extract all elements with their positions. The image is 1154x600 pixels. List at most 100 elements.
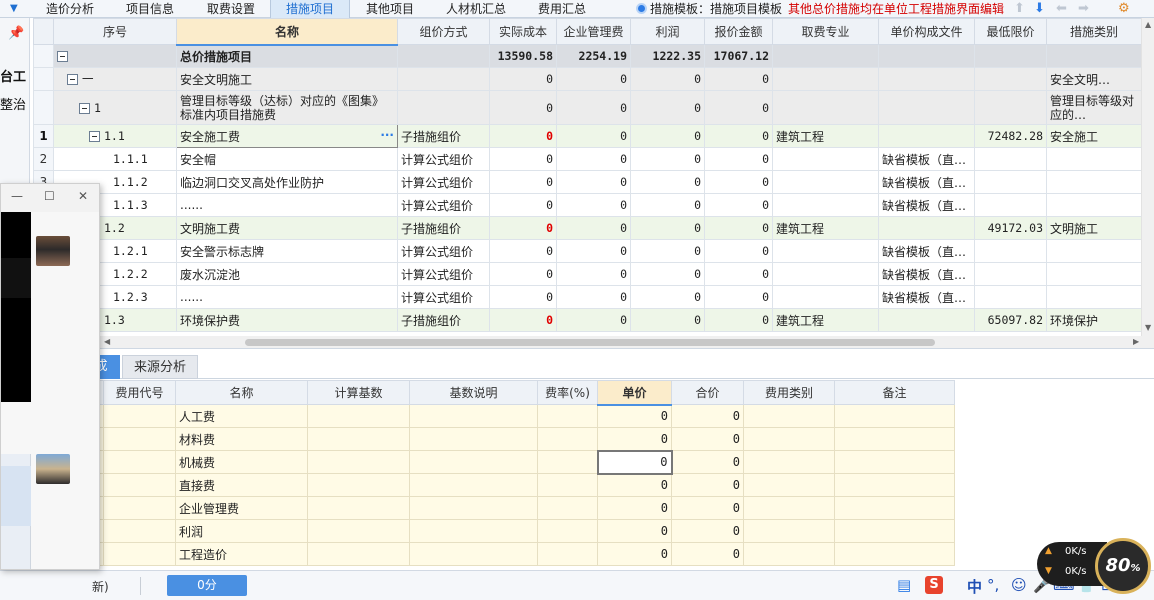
cost-row-base-desc[interactable] bbox=[409, 519, 538, 543]
emoji-icon[interactable]: ☺ bbox=[1011, 576, 1027, 594]
cost-row-base[interactable] bbox=[307, 450, 410, 474]
collapse-icon[interactable] bbox=[79, 102, 90, 114]
cost-row[interactable]: 直接费 0 0 bbox=[0, 473, 955, 497]
row-name[interactable]: 环境保护费 bbox=[176, 308, 398, 332]
cost-row-code[interactable] bbox=[103, 519, 176, 543]
row-seq[interactable]: 1 bbox=[53, 90, 177, 125]
row-unit-file[interactable] bbox=[878, 67, 975, 91]
cost-header-name[interactable]: 名称 bbox=[175, 380, 308, 405]
row-name[interactable]: 安全施工费 ··· bbox=[176, 124, 398, 148]
table-row[interactable]: 1 管理目标等级（达标）对应的《图集》标准内项目措施费 0 0 0 0 管理目标… bbox=[33, 90, 1141, 125]
cost-row-name[interactable]: 直接费 bbox=[175, 473, 308, 497]
header-category[interactable]: 措施类别 bbox=[1046, 18, 1141, 45]
row-seq[interactable]: 1.1 bbox=[53, 124, 177, 148]
row-name[interactable]: 废水沉淀池 bbox=[176, 262, 398, 286]
row-name[interactable]: 安全警示标志牌 bbox=[176, 239, 398, 263]
row-category[interactable]: 管理目标等级对应的… bbox=[1046, 90, 1141, 125]
tab-measure-items[interactable]: 措施项目 bbox=[270, 0, 350, 18]
move-right-icon[interactable]: ➡ bbox=[1078, 1, 1089, 16]
header-profit[interactable]: 利润 bbox=[630, 18, 705, 45]
row-unit-file[interactable] bbox=[878, 124, 975, 148]
row-major[interactable] bbox=[772, 193, 879, 217]
row-method[interactable]: 计算公式组价 bbox=[397, 193, 490, 217]
row-name[interactable]: ...... bbox=[176, 285, 398, 309]
header-method[interactable]: 组价方式 bbox=[397, 18, 490, 45]
cost-row-base-desc[interactable] bbox=[409, 496, 538, 520]
close-icon[interactable]: ✕ bbox=[78, 189, 88, 203]
cost-row-fee-type[interactable] bbox=[743, 519, 835, 543]
cost-row-base[interactable] bbox=[307, 496, 410, 520]
move-left-icon[interactable]: ⬅ bbox=[1056, 1, 1067, 16]
pin-icon[interactable]: 📌 bbox=[8, 26, 24, 41]
cost-header-base-desc[interactable]: 基数说明 bbox=[409, 380, 538, 405]
row-unit-file[interactable] bbox=[878, 308, 975, 332]
row-major[interactable] bbox=[772, 44, 879, 68]
cost-row-unit-price[interactable]: 0 bbox=[597, 496, 672, 520]
cost-row-fee-type[interactable] bbox=[743, 473, 835, 497]
row-category[interactable] bbox=[1046, 262, 1141, 286]
tab-project-info[interactable]: 项目信息 bbox=[114, 0, 186, 18]
scroll-left-icon[interactable]: ◀ bbox=[104, 337, 110, 346]
participant-thumbnail[interactable] bbox=[36, 454, 70, 484]
table-row[interactable]: 一 安全文明施工 0 0 0 0 安全文明… bbox=[33, 67, 1141, 91]
cost-row-code[interactable] bbox=[103, 404, 176, 428]
cost-row-unit-price[interactable]: 0 bbox=[597, 427, 672, 451]
table-row[interactable]: 6 1.2.1 安全警示标志牌 计算公式组价 0 0 0 0 缺省模板（直… bbox=[33, 239, 1141, 263]
scroll-up-icon[interactable]: ▲ bbox=[1145, 20, 1151, 29]
template-label[interactable]: 措施模板：措施项目模板 bbox=[650, 2, 782, 16]
table-row[interactable]: 7 1.2.2 废水沉淀池 计算公式组价 0 0 0 0 缺省模板（直… bbox=[33, 262, 1141, 286]
vertical-scrollbar[interactable]: ▲ ▼ bbox=[1141, 18, 1154, 336]
row-category[interactable] bbox=[1046, 147, 1141, 171]
cost-row-unit-price[interactable]: 0 bbox=[596, 449, 673, 475]
subtab-source-analysis[interactable]: 来源分析 bbox=[122, 355, 198, 379]
scroll-right-icon[interactable]: ▶ bbox=[1133, 337, 1139, 346]
collapse-icon[interactable] bbox=[57, 51, 68, 62]
cost-header-remark[interactable]: 备注 bbox=[834, 380, 955, 405]
score-badge[interactable]: 0分 bbox=[167, 575, 247, 596]
cost-row-name[interactable]: 利润 bbox=[175, 519, 308, 543]
network-speed-widget[interactable]: ▲ 0K/s ▼ 0K/s 80% bbox=[1037, 538, 1154, 594]
cost-row-unit-price[interactable]: 0 bbox=[597, 519, 672, 543]
cost-row-remark[interactable] bbox=[834, 473, 955, 497]
cost-row-rate[interactable] bbox=[537, 450, 598, 474]
row-seq[interactable] bbox=[53, 44, 177, 68]
move-up-icon[interactable]: ⬆ bbox=[1014, 1, 1025, 16]
cost-row-fee-type[interactable] bbox=[743, 404, 835, 428]
cost-row-remark[interactable] bbox=[834, 404, 955, 428]
cost-row-base[interactable] bbox=[307, 427, 410, 451]
header-actual-cost[interactable]: 实际成本 bbox=[489, 18, 557, 45]
row-major[interactable] bbox=[772, 90, 879, 125]
cost-row-name[interactable]: 企业管理费 bbox=[175, 496, 308, 520]
row-seq[interactable]: 一 bbox=[53, 67, 177, 91]
floating-video-window[interactable]: — ☐ ✕ bbox=[0, 183, 100, 570]
participant-thumbnail[interactable] bbox=[36, 236, 70, 266]
scroll-thumb[interactable] bbox=[245, 339, 935, 346]
cost-row-base[interactable] bbox=[307, 473, 410, 497]
cost-row-name[interactable]: 人工费 bbox=[175, 404, 308, 428]
table-row[interactable]: 9 1.3 环境保护费 子措施组价 0 0 0 0 建筑工程 65097.82 … bbox=[33, 308, 1141, 332]
tray-window-icon[interactable]: ▤ bbox=[897, 576, 911, 594]
row-name[interactable]: 安全帽 bbox=[176, 147, 398, 171]
row-unit-file[interactable]: 缺省模板（直… bbox=[878, 262, 975, 286]
cost-row-base[interactable] bbox=[307, 542, 410, 566]
row-method[interactable]: 计算公式组价 bbox=[397, 285, 490, 309]
cost-row[interactable]: 材料费 0 0 bbox=[0, 427, 955, 451]
cost-header-base[interactable]: 计算基数 bbox=[307, 380, 410, 405]
row-unit-file[interactable] bbox=[878, 44, 975, 68]
row-category[interactable] bbox=[1046, 285, 1141, 309]
row-major[interactable] bbox=[772, 170, 879, 194]
cost-header-unit-price[interactable]: 单价 bbox=[597, 380, 672, 406]
cost-row-base-desc[interactable] bbox=[409, 427, 538, 451]
row-major[interactable] bbox=[772, 147, 879, 171]
row-category[interactable]: 安全施工 bbox=[1046, 124, 1141, 148]
cost-row-unit-price[interactable]: 0 bbox=[597, 542, 672, 566]
row-name[interactable]: 管理目标等级（达标）对应的《图集》标准内项目措施费 bbox=[176, 90, 398, 125]
sogou-ime-icon[interactable]: S bbox=[925, 576, 943, 594]
header-name[interactable]: 名称 bbox=[176, 18, 398, 46]
row-unit-file[interactable]: 缺省模板（直… bbox=[878, 285, 975, 309]
cost-row-rate[interactable] bbox=[537, 427, 598, 451]
overlay-titlebar[interactable]: — ☐ ✕ bbox=[1, 184, 99, 212]
row-method[interactable]: 计算公式组价 bbox=[397, 170, 490, 194]
header-seq[interactable]: 序号 bbox=[53, 18, 177, 45]
row-method[interactable]: 计算公式组价 bbox=[397, 147, 490, 171]
